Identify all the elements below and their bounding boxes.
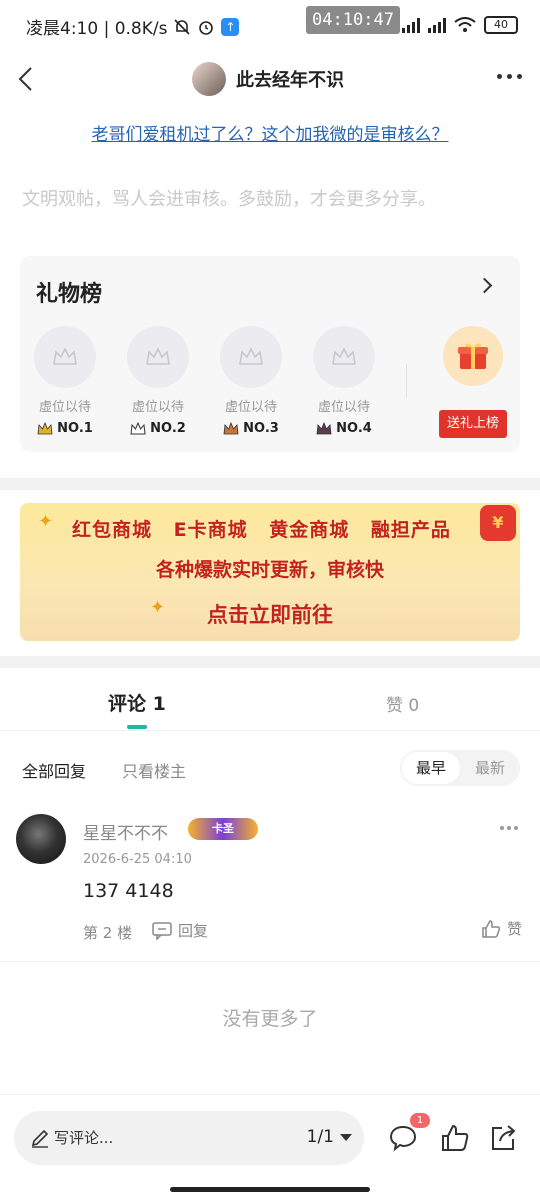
alarm-icon [199, 20, 214, 35]
battery-icon: 40 [484, 16, 518, 34]
red-envelope-pig-icon: ¥ [480, 505, 516, 541]
comment-more-icon[interactable] [500, 826, 518, 830]
more-options-icon[interactable] [497, 74, 522, 79]
reply-label: 回复 [178, 922, 209, 940]
caret-down-icon [340, 1133, 352, 1141]
promo-banner[interactable]: ✦ 红包商城 E卡商城 黄金商城 融担产品 ¥ 各种爆款实时更新，审核快 ✦ 点… [20, 503, 520, 641]
home-indicator [170, 1187, 370, 1192]
nav-username: 此去经年不识 [236, 70, 344, 91]
filter-host-only[interactable]: 只看楼主 [122, 758, 186, 782]
comment-filter: 全部回复 只看楼主 最早 最新 [0, 748, 540, 788]
signal-hd-icon [428, 17, 446, 33]
thumbs-up-icon[interactable] [440, 1123, 470, 1153]
silver-crown-icon [130, 422, 146, 435]
back-arrow-icon[interactable] [12, 64, 42, 94]
tab-likes[interactable]: 赞 0 [386, 691, 419, 716]
divider [406, 364, 407, 398]
gift-board-title: 礼物榜 [36, 282, 103, 307]
page-indicator: 1/1 [306, 1127, 334, 1147]
app-notification-icon: ↑ [221, 17, 240, 36]
avatar[interactable] [16, 814, 66, 864]
gift-slot-1[interactable]: 虚位以待 NO.1 [25, 326, 105, 436]
status-bar: 凌晨4:10 | 0.8K/s ↑ 04:10:47 40 [0, 0, 540, 52]
wifi-icon [454, 17, 476, 32]
slot-label: 虚位以待 [131, 400, 184, 415]
gold-crown-icon [37, 422, 53, 435]
sort-earliest[interactable]: 最早 [402, 752, 460, 784]
sort-toggle: 最早 最新 [400, 750, 520, 786]
reply-bubble-icon [152, 921, 172, 940]
dark-crown-icon [316, 422, 332, 435]
pen-icon [31, 1129, 49, 1148]
gift-board: 礼物榜 虚位以待 NO.1 虚位以待 NO.2 虚位以待 NO.3 虚位以待 N… [20, 256, 520, 452]
tab-comments[interactable]: 评论 1 [108, 689, 166, 716]
comment-count-badge: 1 [410, 1113, 430, 1128]
slot-rank: NO.1 [57, 421, 93, 436]
sparkle-icon: ✦ [38, 511, 54, 532]
comment-input[interactable]: 写评论... 1/1 [14, 1111, 364, 1165]
crown-placeholder-icon [53, 347, 77, 365]
bronze-crown-icon [223, 422, 239, 435]
comment-icon[interactable] [388, 1123, 418, 1153]
comment-floor: 第 2 楼 [83, 924, 133, 942]
tab-indicator [127, 725, 147, 729]
nav-bar: 此去经年不识 [0, 52, 540, 108]
like-label: 赞 [506, 920, 522, 938]
end-of-list: 没有更多了 [222, 1008, 318, 1030]
slot-rank: NO.2 [150, 421, 186, 436]
page-selector[interactable]: 1/1 [307, 1127, 352, 1147]
signal-icon [402, 17, 420, 33]
crown-placeholder-icon [332, 347, 356, 365]
avatar[interactable] [192, 62, 226, 96]
send-gift-button[interactable]: 送礼上榜 [439, 410, 507, 438]
gift-slot-3[interactable]: 虚位以待 NO.3 [211, 326, 291, 436]
user-level-badge: 卡圣 [188, 818, 258, 840]
divider [0, 961, 540, 962]
comment-input-placeholder: 写评论... [54, 1129, 114, 1147]
gift-box-icon[interactable] [443, 326, 503, 386]
slot-rank: NO.4 [336, 421, 372, 436]
status-left: 凌晨4:10 | 0.8K/s ↑ [26, 14, 240, 39]
banner-cta[interactable]: 点击立即前往 [20, 599, 520, 629]
section-separator [0, 656, 540, 668]
like-comment-button[interactable]: 赞 [481, 918, 522, 939]
share-icon[interactable] [488, 1123, 518, 1153]
comment-text: 137 4148 [83, 880, 174, 902]
slot-label: 虚位以待 [224, 400, 277, 415]
post-tip: 文明观帖，骂人会进审核。多鼓励，才会更多分享。 [22, 189, 436, 210]
crown-placeholder-icon [239, 347, 263, 365]
slot-label: 虚位以待 [317, 400, 370, 415]
screenshot-time-overlay: 04:10:47 [306, 6, 400, 34]
slot-rank: NO.3 [243, 421, 279, 436]
reply-button[interactable]: 回复 [152, 920, 208, 941]
nav-user[interactable]: 此去经年不识 [192, 62, 344, 96]
status-right: 40 [402, 16, 518, 34]
gift-slot-4[interactable]: 虚位以待 NO.4 [304, 326, 384, 436]
status-time-speed: 凌晨4:10 | 0.8K/s [26, 19, 168, 39]
thumbs-up-icon [482, 919, 501, 938]
filter-all-replies[interactable]: 全部回复 [22, 758, 86, 782]
crown-placeholder-icon [146, 347, 170, 365]
sort-latest[interactable]: 最新 [462, 752, 518, 784]
chevron-right-icon[interactable] [476, 277, 493, 294]
gift-slot-2[interactable]: 虚位以待 NO.2 [118, 326, 198, 436]
banner-line-1: 红包商城 E卡商城 黄金商城 融担产品 [72, 519, 451, 541]
bottom-bar: 写评论... 1/1 1 [0, 1094, 540, 1200]
post-title-link[interactable]: 老哥们爱租机过了么？这个加我微的是审核么？ [0, 120, 540, 145]
banner-line-2: 各种爆款实时更新，审核快 [155, 559, 384, 581]
section-separator [0, 478, 540, 490]
slot-label: 虚位以待 [38, 400, 91, 415]
comment-time: 2026-6-25 04:10 [83, 852, 192, 867]
comment-item: 星星不不不 卡圣 2026-6-25 04:10 137 4148 第 2 楼 … [0, 810, 540, 960]
mute-bell-icon [174, 18, 191, 35]
comment-tabs: 评论 1 赞 0 [0, 669, 540, 731]
comment-username[interactable]: 星星不不不 [83, 819, 168, 844]
